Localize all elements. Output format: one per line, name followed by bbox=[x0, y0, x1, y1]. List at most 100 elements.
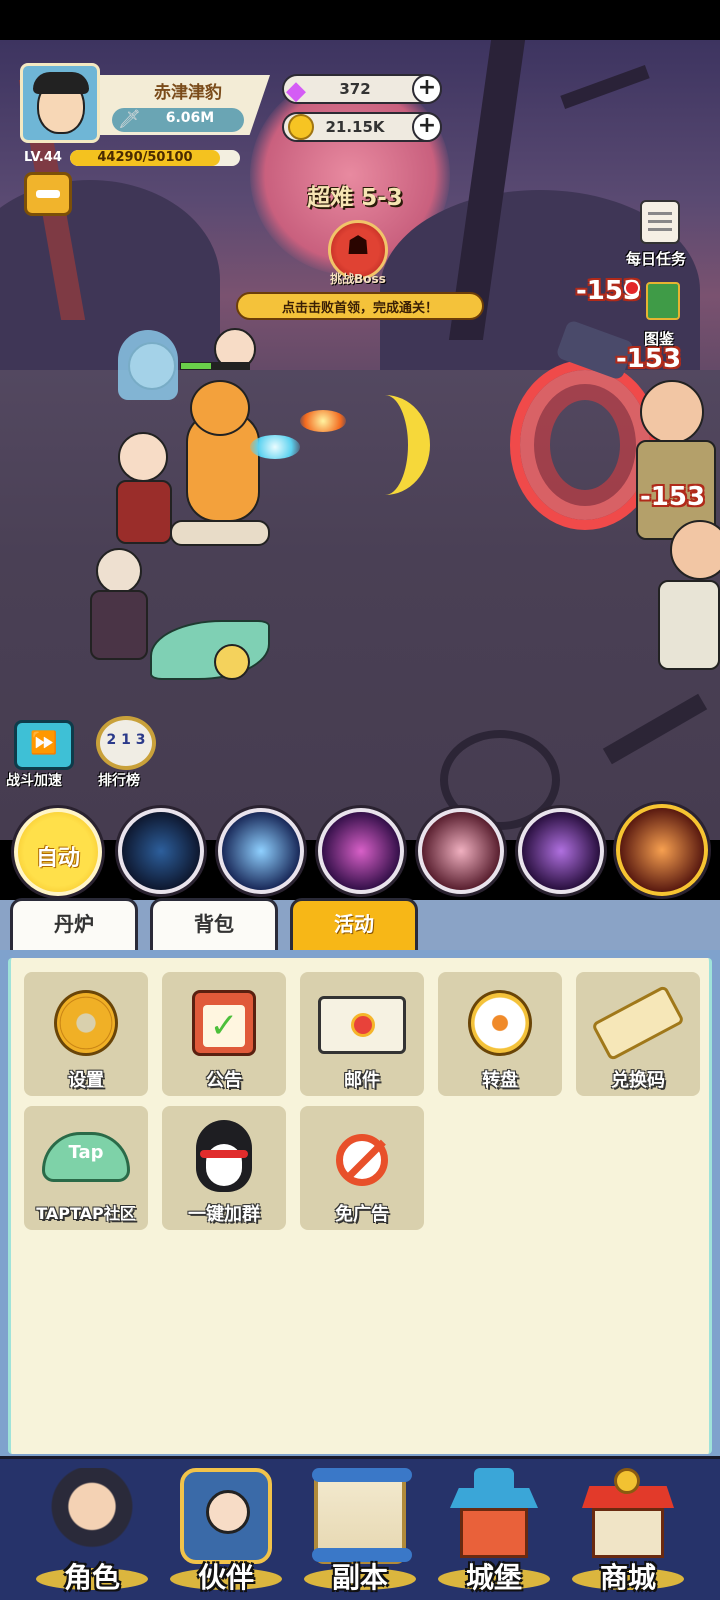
collapse-menu-button[interactable] bbox=[24, 172, 72, 216]
settings-label: 设置 bbox=[68, 1070, 104, 1091]
lucky-wheel-label: 转盘 bbox=[482, 1070, 518, 1091]
redeem-code-button[interactable]: 兑换码 bbox=[576, 972, 700, 1096]
taptap-community-label: TAPTAP社区 bbox=[36, 1204, 136, 1223]
combat-power-value: 6.06M bbox=[165, 110, 215, 126]
nav-dungeon-label: 副本 bbox=[331, 1561, 388, 1594]
character-icon bbox=[42, 1468, 142, 1564]
fast-forward-icon: ⏩ bbox=[30, 731, 58, 756]
settings-button[interactable]: 设置 bbox=[24, 972, 148, 1096]
avatar-hair bbox=[33, 72, 89, 94]
boss-hint-text: 点击击败首领，完成通关！ bbox=[281, 301, 438, 316]
challenge-boss-label: 挑战Boss bbox=[330, 272, 386, 286]
nav-shop[interactable]: 商城 bbox=[566, 1468, 690, 1594]
sprite-pet bbox=[214, 644, 250, 680]
skill-vortex-icon[interactable] bbox=[318, 808, 404, 894]
leaderboard-label: 排行榜 bbox=[98, 773, 140, 789]
enemy-body bbox=[658, 580, 720, 670]
notification-dot bbox=[624, 280, 640, 296]
announcement-button[interactable]: ✓ 公告 bbox=[162, 972, 286, 1096]
redeem-code-label: 兑换码 bbox=[611, 1070, 665, 1091]
dungeon-scroll-icon bbox=[312, 1468, 412, 1564]
leaderboard-button[interactable]: 2 1 3 bbox=[96, 716, 156, 770]
list-line bbox=[648, 220, 672, 223]
hero-hair bbox=[118, 330, 178, 400]
demon-mask-icon: ☗ bbox=[346, 231, 370, 261]
enemy-head bbox=[640, 380, 704, 444]
castle-icon bbox=[444, 1468, 544, 1564]
wheel-icon bbox=[468, 990, 532, 1056]
nav-dungeon[interactable]: 副本 bbox=[298, 1468, 422, 1594]
nav-shop-label: 商城 bbox=[599, 1561, 656, 1594]
skill-tornado-icon[interactable] bbox=[616, 804, 708, 896]
skill-lightning-icon[interactable] bbox=[218, 808, 304, 894]
tab-furnace[interactable]: 丹炉 bbox=[10, 898, 138, 950]
taptap-community-button[interactable]: Tap TAPTAP社区 bbox=[24, 1106, 148, 1230]
remove-ads-button[interactable]: 免广告 bbox=[300, 1106, 424, 1230]
join-group-button[interactable]: 一键加群 bbox=[162, 1106, 286, 1230]
partner-icon bbox=[180, 1468, 272, 1564]
tab-activity[interactable]: 活动 bbox=[290, 898, 418, 950]
elder-head bbox=[96, 548, 142, 594]
exp-text: 44290/50100 bbox=[97, 150, 193, 165]
elder-body bbox=[90, 590, 148, 660]
mail-button[interactable]: 邮件 bbox=[300, 972, 424, 1096]
auto-battle-label: 自动 bbox=[35, 846, 80, 871]
mail-label: 邮件 bbox=[344, 1070, 380, 1091]
auto-battle-button[interactable]: 自动 bbox=[14, 808, 102, 896]
boss-hint-banner: 点击击败首领，完成通关！ bbox=[236, 292, 484, 320]
announcement-label: 公告 bbox=[206, 1070, 242, 1091]
daily-task-label: 每日任务 bbox=[626, 250, 687, 268]
nav-character[interactable]: 角色 bbox=[30, 1468, 154, 1594]
damage-number: -153 bbox=[576, 276, 642, 306]
fireball bbox=[300, 410, 346, 432]
wine-bottle bbox=[170, 520, 270, 546]
sword-icon: 🗡 bbox=[118, 109, 141, 130]
taptap-icon: Tap bbox=[42, 1132, 130, 1182]
tab-backpack[interactable]: 背包 bbox=[150, 898, 278, 950]
penguin-icon bbox=[196, 1120, 252, 1192]
player-level: LV.44 bbox=[24, 150, 62, 165]
daily-task-button[interactable] bbox=[640, 200, 680, 244]
no-ads-icon bbox=[336, 1134, 388, 1186]
minus-icon bbox=[36, 190, 60, 198]
remove-ads-label: 免广告 bbox=[335, 1204, 389, 1225]
atlas-label: 图鉴 bbox=[644, 330, 675, 348]
podium-icon: 2 1 3 bbox=[106, 732, 146, 748]
ticket-icon bbox=[591, 984, 685, 1062]
warrior-head bbox=[118, 432, 168, 482]
nav-castle[interactable]: 城堡 bbox=[432, 1468, 556, 1594]
nav-character-label: 角色 bbox=[63, 1561, 120, 1594]
add-gems-button[interactable]: + bbox=[412, 74, 442, 104]
atlas-button[interactable] bbox=[646, 282, 680, 320]
clipboard-icon: ✓ bbox=[192, 990, 256, 1056]
gem-count: 372 bbox=[339, 80, 371, 98]
battle-speed-label: 战斗加速 bbox=[6, 773, 62, 789]
slash-effect bbox=[340, 395, 430, 495]
tiger-head bbox=[190, 380, 250, 436]
avatar[interactable] bbox=[20, 63, 100, 143]
shop-icon bbox=[578, 1468, 678, 1564]
skill-comet-icon[interactable] bbox=[118, 808, 204, 894]
ice-shard bbox=[250, 435, 300, 459]
skill-shuriken-icon[interactable] bbox=[518, 808, 604, 894]
stage-label: 超难 5-3 bbox=[307, 185, 403, 211]
gear-icon bbox=[54, 990, 118, 1056]
nav-partner-label: 伙伴 bbox=[197, 1561, 254, 1594]
player-name: 赤津津豹 bbox=[154, 83, 222, 103]
mail-icon bbox=[318, 996, 406, 1054]
warrior-body bbox=[116, 480, 172, 544]
tree-branch bbox=[560, 65, 650, 109]
hp-bar-fill bbox=[181, 363, 211, 369]
lucky-wheel-button[interactable]: 转盘 bbox=[438, 972, 562, 1096]
battle-speed-button[interactable]: ⏩ bbox=[14, 720, 74, 770]
status-bar bbox=[0, 0, 720, 40]
nav-partner[interactable]: 伙伴 bbox=[164, 1468, 288, 1594]
coin-count: 21.15K bbox=[325, 118, 385, 136]
join-group-label: 一键加群 bbox=[188, 1204, 260, 1225]
add-coins-button[interactable]: + bbox=[412, 112, 442, 142]
list-line bbox=[648, 212, 672, 215]
skill-beast-icon[interactable] bbox=[418, 808, 504, 894]
damage-number: -153 bbox=[640, 482, 706, 512]
list-line bbox=[648, 228, 672, 231]
nav-castle-label: 城堡 bbox=[465, 1561, 522, 1594]
